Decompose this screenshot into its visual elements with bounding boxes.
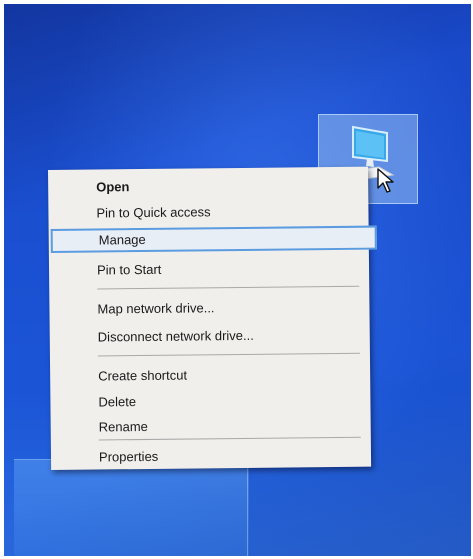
menu-item-properties[interactable]: Properties	[51, 443, 371, 470]
menu-item-pin-to-quick-access[interactable]: Pin to Quick access	[48, 199, 368, 226]
menu-separator	[97, 352, 360, 357]
menu-item-map-network-drive[interactable]: Map network drive...	[49, 295, 369, 322]
menu-item-pin-to-start[interactable]: Pin to Start	[49, 256, 369, 283]
menu-separator	[97, 285, 360, 290]
menu-item-rename[interactable]: Rename	[51, 413, 371, 440]
menu-item-create-shortcut[interactable]: Create shortcut	[50, 362, 370, 389]
mouse-pointer-icon	[377, 168, 397, 199]
menu-item-open[interactable]: Open	[48, 173, 368, 200]
context-menu: Open Pin to Quick access Manage Pin to S…	[48, 166, 377, 470]
menu-item-manage[interactable]: Manage	[50, 225, 377, 253]
menu-item-delete[interactable]: Delete	[50, 388, 370, 415]
menu-item-disconnect-network-drive[interactable]: Disconnect network drive...	[50, 323, 370, 350]
windows-logo-glow	[14, 459, 249, 556]
windows-logo-edge	[247, 459, 248, 556]
